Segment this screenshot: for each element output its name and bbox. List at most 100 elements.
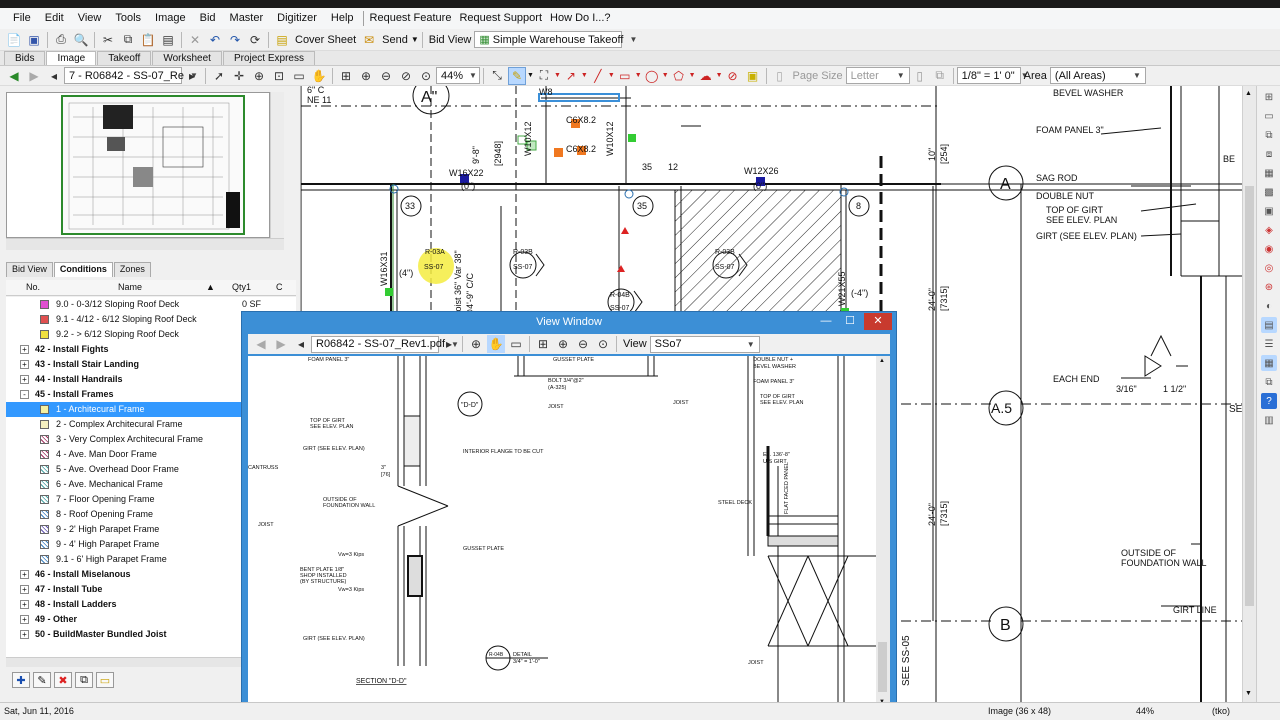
tool-18-icon[interactable]: ▥ [1261, 412, 1277, 428]
zoom-out-icon[interactable]: ⊖ [377, 67, 395, 85]
tool-4-icon[interactable]: ⧈ [1261, 146, 1277, 162]
back-icon[interactable]: ◀ [5, 67, 23, 85]
scroll-thumb[interactable] [1245, 186, 1254, 606]
delete-condition-button[interactable]: ✖ [54, 672, 72, 688]
page-thumbnail[interactable] [61, 95, 245, 235]
zoom-prev-icon[interactable]: ⊘ [397, 67, 415, 85]
highlight-icon[interactable]: ▣ [744, 67, 762, 85]
tab-conditions[interactable]: Conditions [53, 262, 113, 277]
tab-image[interactable]: Image [46, 51, 97, 65]
cover-sheet-button[interactable]: Cover Sheet [295, 34, 356, 46]
folder-condition-button[interactable]: ▭ [96, 672, 114, 688]
rectangle-icon[interactable]: ▭ [616, 67, 634, 85]
close-icon[interactable]: ✕ [864, 313, 892, 330]
prev-page-icon[interactable]: ◂ [45, 67, 63, 85]
tool-11-icon[interactable]: ⊛ [1261, 279, 1277, 295]
tab-zones[interactable]: Zones [113, 262, 151, 277]
header-no[interactable]: No. [26, 282, 40, 292]
scroll-down-icon[interactable]: ▼ [1245, 690, 1252, 697]
polygon-dropdown-icon[interactable]: ▼ [689, 72, 696, 79]
expand-icon[interactable]: + [20, 600, 29, 609]
send-button[interactable]: Send [382, 34, 408, 46]
page-setup-icon[interactable]: ▯ [771, 67, 789, 85]
stop-icon[interactable]: ⊘ [724, 67, 742, 85]
menu-request-support[interactable]: Request Support [455, 8, 546, 29]
tool-12-icon[interactable]: ◐ [1261, 298, 1277, 314]
header-qty[interactable]: Qty1 [232, 282, 251, 292]
menu-help[interactable]: Help [324, 8, 361, 29]
tab-bid-view[interactable]: Bid View [6, 262, 53, 277]
copy-condition-button[interactable]: ⧉ [75, 672, 93, 688]
menu-master[interactable]: Master [223, 8, 271, 29]
redo-icon[interactable]: ↷ [226, 31, 244, 49]
page-select[interactable]: 7 - R06842 - SS-07_Re ▼ [64, 67, 198, 84]
menu-request-feature[interactable]: Request Feature [366, 8, 456, 29]
zoom-select[interactable]: 44% ▼ [436, 67, 480, 84]
expand-icon[interactable]: + [20, 345, 29, 354]
zoom-window-icon[interactable]: ⊡ [270, 67, 288, 85]
pan-icon[interactable]: ✋ [310, 67, 328, 85]
view-window-scrollbar[interactable]: ▲ ▼ [876, 356, 890, 710]
tool-3-icon[interactable]: ⧉ [1261, 127, 1277, 143]
forward-icon[interactable]: ▶ [272, 335, 290, 353]
menu-file[interactable]: File [6, 8, 38, 29]
pencil-dropdown-icon[interactable]: ▼ [527, 72, 534, 79]
tab-project-express[interactable]: Project Express [222, 51, 315, 65]
stamp-dropdown-icon[interactable]: ▼ [554, 72, 561, 79]
menu-digitizer[interactable]: Digitizer [270, 8, 324, 29]
arrow-dropdown-icon[interactable]: ▼ [581, 72, 588, 79]
header-name[interactable]: Name [118, 282, 142, 292]
refresh-icon[interactable]: ⟳ [246, 31, 264, 49]
maximize-icon[interactable]: ☐ [838, 313, 862, 330]
zoom-in-icon[interactable]: ⊕ [357, 67, 375, 85]
thumbnail-scrollbar[interactable] [270, 92, 284, 238]
next-page-icon[interactable]: ▸ [183, 67, 201, 85]
drawing-vscrollbar[interactable]: ▲ ▼ [1242, 86, 1256, 702]
zoom-menu-icon[interactable]: ⊙ [417, 67, 435, 85]
collapse-icon[interactable]: - [20, 390, 29, 399]
tool-13-icon[interactable]: ▤ [1261, 317, 1277, 333]
menu-bid[interactable]: Bid [193, 8, 223, 29]
tab-bids[interactable]: Bids [4, 51, 46, 65]
fit-icon[interactable]: ⊞ [337, 67, 355, 85]
forward-icon[interactable]: ▶ [25, 67, 43, 85]
arrow-icon[interactable]: ↗ [562, 67, 580, 85]
line-icon[interactable]: ╱ [589, 67, 607, 85]
measure-icon[interactable]: ⤡ [488, 67, 506, 85]
thumbnail-hscrollbar[interactable] [6, 238, 284, 250]
stamp-icon[interactable]: ⛶ [535, 67, 553, 85]
tab-worksheet[interactable]: Worksheet [152, 51, 222, 65]
tool-9-icon[interactable]: ◉ [1261, 241, 1277, 257]
zoom-tool-icon[interactable]: ⊕ [467, 335, 485, 353]
zoom-window-icon[interactable]: ▭ [507, 335, 525, 353]
print-icon[interactable]: ⎙ [52, 31, 70, 49]
tool-6-icon[interactable]: ▩ [1261, 184, 1277, 200]
menu-tools[interactable]: Tools [108, 8, 148, 29]
zoom-in-icon[interactable]: ⊕ [554, 335, 572, 353]
expand-icon[interactable]: + [20, 570, 29, 579]
scroll-thumb[interactable] [878, 642, 887, 692]
expand-icon[interactable]: + [20, 360, 29, 369]
send-dropdown-icon[interactable]: ▼ [411, 35, 419, 44]
crosshair-icon[interactable]: ✛ [230, 67, 248, 85]
undo-icon[interactable]: ↶ [206, 31, 224, 49]
paste-icon[interactable]: 📋 [139, 31, 157, 49]
tool-1-icon[interactable]: ⊞ [1261, 89, 1277, 105]
cut-icon[interactable]: ✂ [99, 31, 117, 49]
minimize-icon[interactable]: — [814, 313, 838, 330]
zoom-prev-icon[interactable]: ⊙ [594, 335, 612, 353]
page-copy-icon[interactable]: ⧉ [931, 67, 949, 85]
fit-icon[interactable]: ⊞ [534, 335, 552, 353]
scroll-up-icon[interactable]: ▲ [879, 358, 885, 364]
copy-icon[interactable]: ⧉ [119, 31, 137, 49]
edit-condition-button[interactable]: ✎ [33, 672, 51, 688]
save-icon[interactable]: ▣ [25, 31, 43, 49]
delete-icon[interactable]: ✕ [186, 31, 204, 49]
view-window[interactable]: View Window — ☐ ✕ ◀ ▶ ◂ R06842 - SS-07_R… [241, 311, 897, 716]
expand-icon[interactable]: + [20, 630, 29, 639]
thumbnail-viewer[interactable] [6, 92, 270, 238]
tool-10-icon[interactable]: ◎ [1261, 260, 1277, 276]
tool-16-icon[interactable]: ⧉ [1261, 374, 1277, 390]
rect-dropdown-icon[interactable]: ▼ [635, 72, 642, 79]
back-icon[interactable]: ◀ [252, 335, 270, 353]
